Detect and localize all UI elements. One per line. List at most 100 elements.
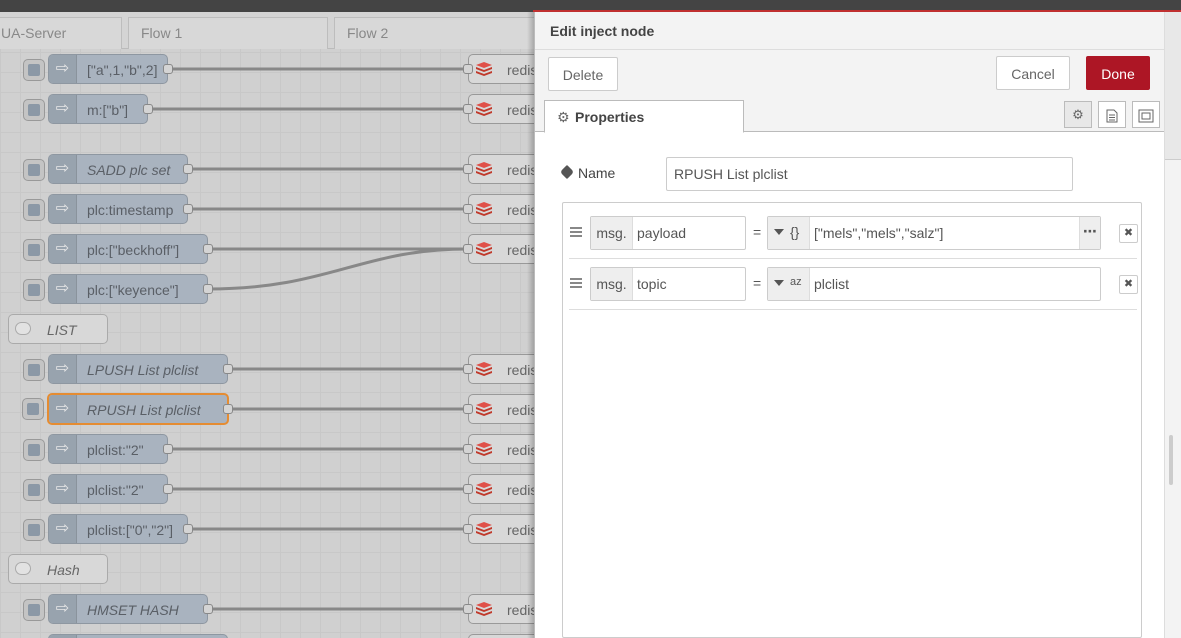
inject-trigger-button[interactable] bbox=[23, 599, 45, 621]
property-name-input[interactable]: msg. payload bbox=[590, 216, 746, 250]
output-port[interactable] bbox=[163, 64, 173, 74]
inject-arrow-icon: ⇨ bbox=[49, 235, 77, 263]
inject-node[interactable]: ⇨ HMSET HASH bbox=[23, 594, 213, 624]
inject-trigger-button[interactable] bbox=[23, 439, 45, 461]
redis-icon bbox=[476, 362, 492, 376]
inject-node[interactable]: ⇨ LPUSH List plclist bbox=[23, 354, 233, 384]
inject-trigger-button[interactable] bbox=[23, 479, 45, 501]
remove-row-button[interactable]: ✖ bbox=[1119, 275, 1138, 294]
output-port[interactable] bbox=[163, 484, 173, 494]
output-port[interactable] bbox=[143, 104, 153, 114]
tab-properties[interactable]: ⚙ Properties bbox=[544, 100, 744, 133]
caret-down-icon bbox=[774, 229, 784, 235]
equals-sign: = bbox=[753, 224, 762, 240]
comment-node[interactable]: LIST bbox=[8, 314, 108, 344]
inject-trigger-button[interactable] bbox=[23, 59, 45, 81]
input-port[interactable] bbox=[463, 244, 473, 254]
redis-icon bbox=[476, 202, 492, 216]
property-value-input[interactable]: az plclist bbox=[767, 267, 1101, 301]
inject-node[interactable]: ⇨ plc:timestamp bbox=[23, 194, 193, 224]
comment-node[interactable]: Hash bbox=[8, 554, 108, 584]
inject-arrow-icon: ⇨ bbox=[49, 475, 77, 503]
inject-node[interactable]: ⇨ m:["b"] bbox=[23, 94, 153, 124]
inject-node[interactable]: ⇨ plc:["beckhoff"] bbox=[23, 234, 213, 264]
inject-node[interactable]: ⇨ plclist:["0","2"] bbox=[23, 514, 193, 544]
inject-node[interactable]: ⇨ ["a",1,"b",2] bbox=[23, 54, 173, 84]
string-type-icon: az bbox=[790, 276, 802, 288]
inject-arrow-icon: ⇨ bbox=[49, 95, 77, 123]
redis-icon bbox=[476, 402, 492, 416]
node-label: plclist:["0","2"] bbox=[87, 522, 174, 538]
cancel-button[interactable]: Cancel bbox=[996, 56, 1070, 90]
inject-trigger-button[interactable] bbox=[22, 398, 44, 420]
input-port[interactable] bbox=[463, 604, 473, 614]
inject-trigger-button[interactable] bbox=[23, 99, 45, 121]
inject-arrow-icon: ⇨ bbox=[49, 435, 77, 463]
inject-node-selected[interactable]: ⇨ RPUSH List plclist bbox=[22, 393, 233, 425]
delete-button[interactable]: Delete bbox=[548, 57, 618, 91]
output-port[interactable] bbox=[203, 284, 213, 294]
property-name-input[interactable]: msg. topic bbox=[590, 267, 746, 301]
input-port[interactable] bbox=[463, 484, 473, 494]
property-row: msg. topic = az plclist ✖ bbox=[569, 259, 1138, 310]
redis-icon bbox=[476, 602, 492, 616]
inject-arrow-icon: ⇨ bbox=[49, 395, 77, 423]
input-port[interactable] bbox=[463, 204, 473, 214]
inject-node[interactable]: ⇨ plclist:"2" bbox=[23, 474, 173, 504]
property-value-input[interactable]: {} ["mels","mels","salz"] ⋯ bbox=[767, 216, 1101, 250]
property-name-value: payload bbox=[637, 225, 687, 241]
inject-trigger-button[interactable] bbox=[23, 519, 45, 541]
sidebar-resize-grip[interactable] bbox=[1169, 435, 1173, 485]
redis-icon bbox=[476, 102, 492, 116]
redis-icon bbox=[476, 62, 492, 76]
output-port[interactable] bbox=[203, 244, 213, 254]
inject-trigger-button[interactable] bbox=[23, 159, 45, 181]
input-port[interactable] bbox=[463, 524, 473, 534]
inject-trigger-button[interactable] bbox=[23, 239, 45, 261]
input-port[interactable] bbox=[463, 444, 473, 454]
speech-bubble-icon bbox=[15, 562, 31, 575]
remove-row-button[interactable]: ✖ bbox=[1119, 224, 1138, 243]
flow-workspace[interactable]: UA-Server Flow 1 Flow 2 ⇨ ["a",1,"b",2] ⇨… bbox=[0, 12, 540, 638]
expand-editor-button[interactable]: ⋯ bbox=[1079, 217, 1100, 249]
node-label: ["a",1,"b",2] bbox=[87, 62, 158, 78]
drag-handle-icon[interactable] bbox=[570, 227, 582, 239]
msg-prefix: msg. bbox=[591, 268, 633, 300]
output-port[interactable] bbox=[183, 204, 193, 214]
input-port[interactable] bbox=[463, 404, 473, 414]
name-input[interactable]: RPUSH List plclist bbox=[666, 157, 1073, 191]
inject-arrow-icon: ⇨ bbox=[49, 275, 77, 303]
output-port[interactable] bbox=[203, 604, 213, 614]
inject-node[interactable]: ⇨ plc:["keyence"] bbox=[23, 274, 213, 304]
input-port[interactable] bbox=[463, 64, 473, 74]
done-button[interactable]: Done bbox=[1086, 56, 1150, 90]
inject-node[interactable]: ⇨ plclist:"2" bbox=[23, 434, 173, 464]
input-port[interactable] bbox=[463, 164, 473, 174]
input-port[interactable] bbox=[463, 104, 473, 114]
output-port[interactable] bbox=[183, 164, 193, 174]
drag-handle-icon[interactable] bbox=[570, 278, 582, 290]
output-port[interactable] bbox=[183, 524, 193, 534]
output-port[interactable] bbox=[223, 404, 233, 414]
right-sidebar bbox=[1164, 12, 1181, 638]
input-port[interactable] bbox=[463, 364, 473, 374]
appearance-frame-icon[interactable] bbox=[1132, 101, 1160, 128]
output-port[interactable] bbox=[223, 364, 233, 374]
inject-trigger-button[interactable] bbox=[23, 359, 45, 381]
output-port[interactable] bbox=[163, 444, 173, 454]
type-select[interactable]: az bbox=[768, 268, 810, 300]
type-select[interactable]: {} bbox=[768, 217, 810, 249]
node-label: plc:["beckhoff"] bbox=[87, 242, 180, 258]
settings-gear-icon[interactable]: ⚙ bbox=[1064, 101, 1092, 128]
node-label: SADD plc set bbox=[87, 162, 171, 178]
speech-bubble-icon bbox=[15, 322, 31, 335]
inject-trigger-button[interactable] bbox=[23, 279, 45, 301]
equals-sign: = bbox=[753, 275, 762, 291]
inject-node[interactable]: ⇨ SADD plc set bbox=[23, 154, 193, 184]
node-label: plclist:"2" bbox=[87, 442, 144, 458]
description-document-icon[interactable] bbox=[1098, 101, 1126, 128]
redis-icon bbox=[476, 482, 492, 496]
inject-trigger-button[interactable] bbox=[23, 199, 45, 221]
inject-node-partial[interactable]: ⇨ bbox=[48, 634, 228, 638]
tab-label: Properties bbox=[575, 109, 645, 125]
